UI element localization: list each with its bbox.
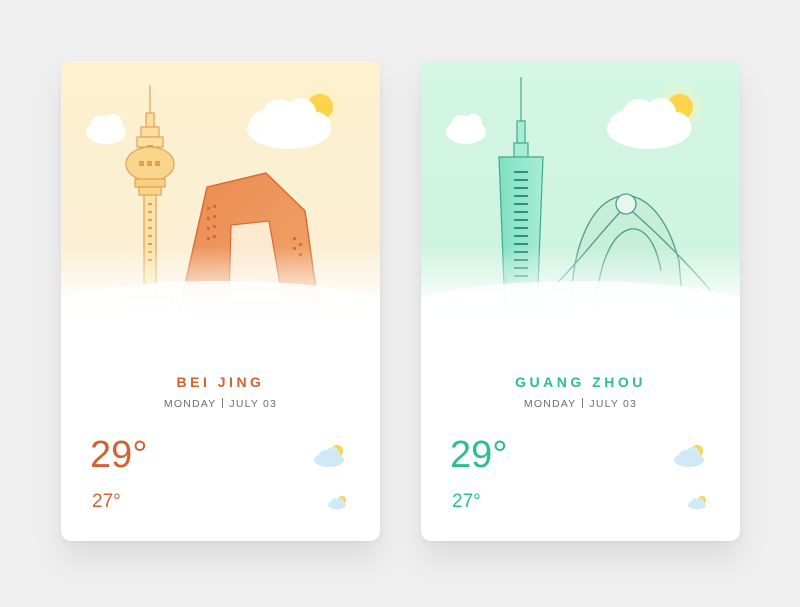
date-label: JULY 03 [229, 398, 278, 410]
current-temperature: 29° [450, 434, 508, 476]
current-temperature: 29° [90, 434, 148, 476]
weather-card-guangzhou[interactable]: GUANG ZHOU MONDAY JULY 03 29° 27° [421, 61, 740, 541]
low-temperature: 27° [452, 491, 481, 512]
date-divider [222, 398, 224, 408]
weather-card-beijing[interactable]: BEI JING MONDAY JULY 03 29° 27° [61, 61, 380, 541]
partly-cloudy-icon [313, 442, 347, 473]
partly-cloudy-icon [327, 494, 349, 515]
low-temperature: 27° [92, 491, 121, 512]
date-line: MONDAY JULY 03 [61, 398, 380, 410]
weekday-label: MONDAY [523, 398, 577, 410]
city-name: GUANG ZHOU [515, 374, 646, 390]
date-line: MONDAY JULY 03 [421, 398, 740, 410]
beijing-skyline-illustration [61, 61, 380, 331]
guangzhou-skyline-illustration [421, 61, 740, 331]
city-name: BEI JING [176, 374, 265, 390]
date-divider [582, 398, 584, 408]
weekday-label: MONDAY [163, 398, 217, 410]
date-label: JULY 03 [589, 398, 638, 410]
partly-cloudy-icon [673, 442, 707, 473]
partly-cloudy-icon [687, 494, 709, 515]
